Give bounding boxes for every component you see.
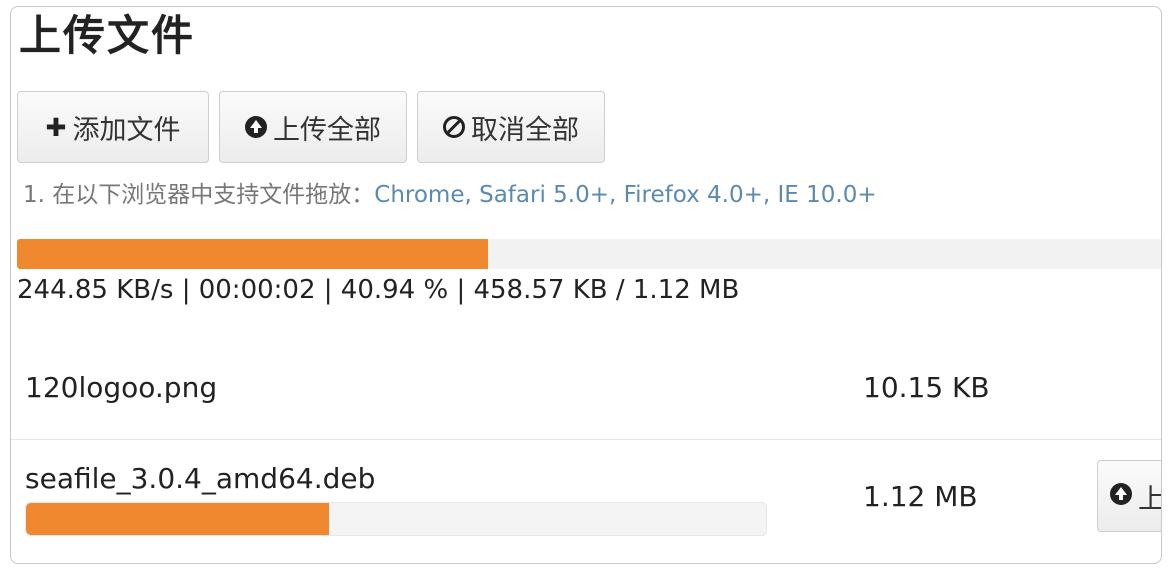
ban-icon	[443, 116, 465, 138]
circle-arrow-up-icon	[245, 116, 267, 138]
file-progress-fill	[26, 503, 329, 535]
file-name: 120logoo.png	[25, 371, 218, 404]
file-upload-button[interactable]: 上	[1097, 460, 1161, 532]
note-prefix: 1. 在以下浏览器中支持文件拖放：	[23, 182, 375, 208]
upload-all-label: 上传全部	[273, 114, 381, 146]
circle-arrow-up-icon	[1110, 481, 1132, 512]
file-size: 10.15 KB	[863, 371, 990, 404]
overall-progress-fill	[17, 239, 488, 269]
overall-progress-stats: 244.85 KB/s | 00:00:02 | 40.94 % | 458.5…	[17, 275, 740, 305]
file-progress-bar	[25, 502, 767, 536]
file-row: 120logoo.png 10.15 KB	[11, 335, 1161, 439]
drag-drop-note: 1. 在以下浏览器中支持文件拖放：Chrome, Safari 5.0+, Fi…	[23, 175, 877, 209]
upload-panel: 上传文件 ✚ 添加文件 上传全部 取消全部 1. 在以下浏览器中支持文件拖放：C…	[10, 6, 1162, 564]
upload-all-button[interactable]: 上传全部	[219, 91, 407, 163]
cancel-all-button[interactable]: 取消全部	[417, 91, 605, 163]
file-size: 1.12 MB	[863, 480, 978, 513]
page-title: 上传文件	[19, 11, 196, 60]
add-files-label: 添加文件	[72, 114, 181, 146]
file-name: seafile_3.0.4_amd64.deb	[25, 462, 376, 495]
plus-icon: ✚	[45, 112, 67, 142]
overall-progress-bar	[17, 239, 1161, 269]
cancel-all-label: 取消全部	[471, 114, 579, 146]
file-upload-label: 上	[1138, 477, 1161, 516]
supported-browsers: Chrome, Safari 5.0+, Firefox 4.0+, IE 10…	[374, 182, 877, 208]
file-row: seafile_3.0.4_amd64.deb 1.12 MB 上	[11, 439, 1161, 549]
add-files-button[interactable]: ✚ 添加文件	[17, 91, 209, 163]
